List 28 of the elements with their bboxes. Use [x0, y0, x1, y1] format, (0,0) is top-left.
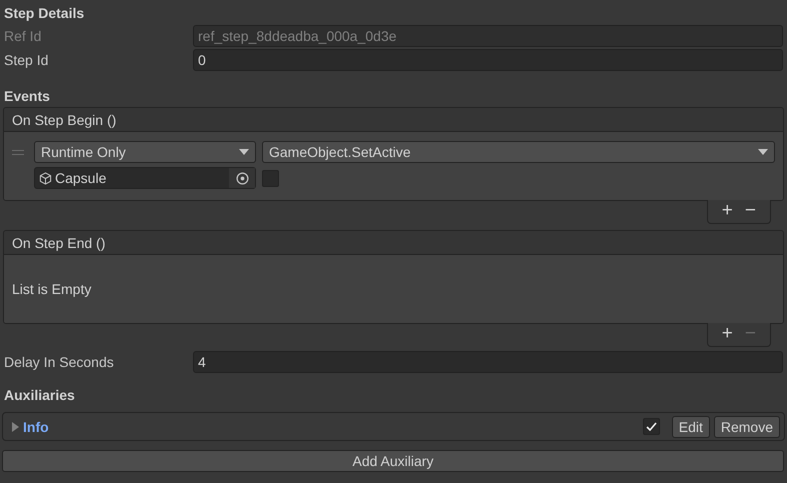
text-field[interactable]: 0 — [193, 49, 783, 71]
add-button[interactable]: + — [720, 202, 735, 220]
add-button[interactable]: + — [720, 325, 735, 343]
foldout-arrow-icon[interactable] — [11, 422, 19, 432]
target-icon[interactable] — [236, 172, 248, 184]
remove-button[interactable]: Remove — [714, 416, 780, 438]
section-title: Auxiliaries — [4, 386, 76, 405]
section-title: Step Details — [4, 4, 86, 23]
text-field[interactable]: 4 — [193, 351, 783, 373]
remove-button[interactable]: − — [742, 202, 758, 220]
add-auxiliary-button[interactable]: Add Auxiliary — [2, 450, 784, 472]
caret-icon — [239, 149, 249, 155]
auxiliary-name[interactable]: Info — [23, 418, 639, 434]
field-label: Delay In Seconds — [4, 354, 115, 370]
field-label: Ref Id — [4, 28, 42, 44]
dropdown[interactable]: GameObject.SetActive — [262, 141, 775, 163]
empty-list-text: List is Empty — [12, 281, 92, 297]
checkbox[interactable] — [262, 170, 279, 186]
edit-button[interactable]: Edit — [672, 416, 710, 438]
dropdown[interactable]: Runtime Only — [34, 141, 256, 163]
drag-handle-icon[interactable] — [12, 150, 24, 154]
section-title: Events — [4, 87, 51, 106]
cube-icon — [39, 172, 52, 184]
object-field[interactable]: Capsule — [34, 167, 256, 189]
checkmark-icon — [646, 422, 657, 431]
field-label: Step Id — [4, 52, 50, 68]
caret-icon — [758, 149, 768, 155]
checkbox[interactable] — [642, 418, 660, 435]
